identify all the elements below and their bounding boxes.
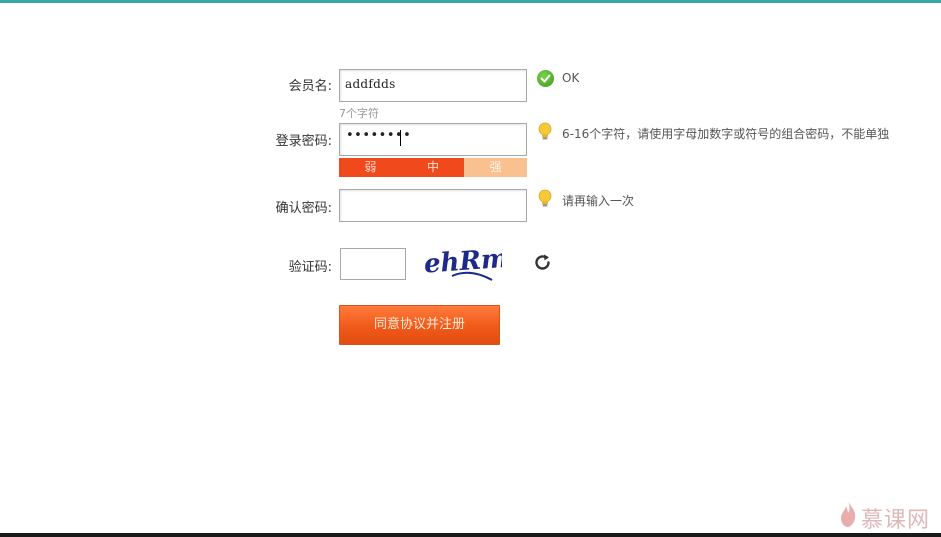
confirm-hint-text: 请再输入一次 [562, 194, 635, 208]
watermark: 慕课网 [835, 498, 935, 533]
watermark-text: 慕课网 [861, 508, 931, 533]
strength-strong: 强 [464, 158, 528, 177]
username-label: 会员名: [288, 79, 332, 94]
password-input[interactable]: •••••••• [339, 123, 527, 156]
check-circle-icon [537, 70, 554, 87]
username-char-count: 7个字符 [339, 107, 379, 120]
captcha-image-text: ehRm [423, 244, 502, 280]
password-hint-text: 6-16个字符，请使用字母加数字或符号的组合密码，不能单独 [562, 127, 890, 141]
refresh-icon[interactable] [533, 253, 553, 273]
username-value: addfdds [345, 77, 396, 91]
flame-logo-icon [841, 501, 856, 527]
confirm-password-input[interactable] [339, 189, 527, 222]
agree-and-register-button[interactable]: 同意协议并注册 [339, 305, 500, 345]
password-masked-value: •••••••• [346, 128, 412, 143]
strength-medium: 中 [401, 158, 465, 177]
confirm-password-label: 确认密码: [275, 201, 332, 216]
lightbulb-icon [538, 189, 552, 207]
password-label: 登录密码: [275, 134, 332, 149]
strength-weak: 弱 [339, 158, 402, 177]
username-input[interactable]: addfdds [339, 69, 527, 102]
captcha-label: 验证码: [288, 260, 332, 275]
top-accent-bar [0, 0, 941, 3]
username-ok-text: OK [562, 71, 580, 85]
text-caret [400, 130, 401, 146]
password-strength-meter: 弱 中 强 [339, 158, 528, 177]
bottom-bar [0, 533, 941, 537]
captcha-image[interactable]: ehRm [422, 242, 502, 284]
lightbulb-icon [538, 122, 552, 140]
captcha-input[interactable] [340, 248, 406, 280]
